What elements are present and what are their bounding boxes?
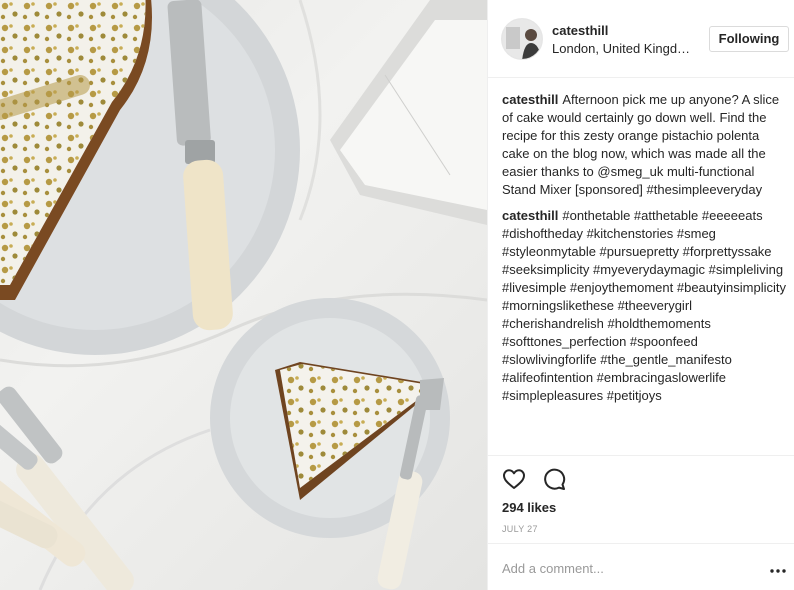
add-comment-bar: [488, 543, 794, 590]
add-comment-input[interactable]: [502, 558, 752, 578]
post-location[interactable]: London, United Kingd…: [552, 41, 690, 56]
post-date[interactable]: JULY 27: [502, 524, 538, 534]
comment-username[interactable]: catesthill: [502, 208, 558, 223]
heart-icon[interactable]: [502, 467, 526, 491]
following-button[interactable]: Following: [709, 26, 789, 52]
speech-bubble-icon[interactable]: [542, 467, 566, 491]
comments-list[interactable]: catesthill Afternoon pick me up anyone? A…: [502, 91, 786, 453]
comment-username[interactable]: catesthill: [502, 92, 558, 107]
post-author-username[interactable]: catesthill: [552, 23, 608, 38]
post-photo[interactable]: [0, 0, 487, 590]
post-header: catesthill London, United Kingd… Followi…: [488, 0, 794, 78]
comment-text: Afternoon pick me up anyone? A slice of …: [502, 92, 780, 197]
post-side-panel: catesthill London, United Kingd… Followi…: [487, 0, 794, 590]
likes-count[interactable]: 294 likes: [502, 500, 556, 515]
avatar[interactable]: [501, 18, 543, 60]
more-options-icon[interactable]: [770, 563, 786, 573]
caption-comment: catesthill Afternoon pick me up anyone? A…: [502, 91, 786, 199]
comment-text: #onthetable #atthetable #eeeeeats #disho…: [502, 208, 786, 403]
hashtags-comment: catesthill #onthetable #atthetable #eeeee…: [502, 207, 786, 405]
avatar-image: [502, 19, 542, 59]
post-actions: 294 likes JULY 27: [488, 455, 794, 589]
cake-photo-illustration: [0, 0, 487, 590]
